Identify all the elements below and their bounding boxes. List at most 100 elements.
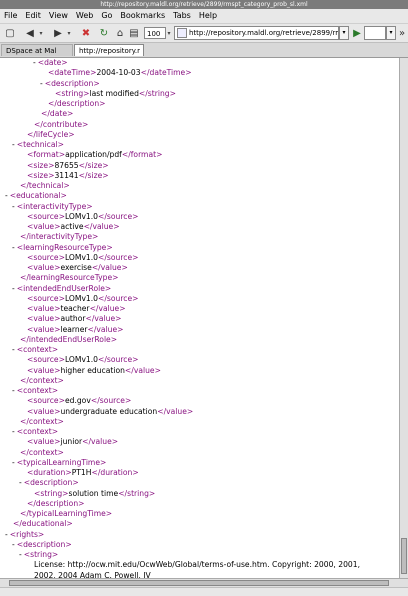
xml-document-view[interactable]: - <date> <dateTime>2004-10-03</dateTime> - <…	[0, 58, 399, 578]
xml-tag: </source>	[90, 396, 132, 406]
search-field[interactable]	[364, 26, 386, 40]
xml-line: - <date>	[33, 58, 68, 68]
collapse-toggle-icon[interactable]: -	[12, 345, 15, 354]
menu-web[interactable]: Web	[72, 9, 97, 23]
xml-tag: </value>	[124, 365, 161, 375]
collapse-toggle-icon[interactable]: -	[12, 202, 15, 211]
menu-bar: File Edit View Web Go Bookmarks Tabs Hel…	[0, 9, 408, 24]
xml-tag: <source>	[27, 293, 65, 303]
menu-view[interactable]: View	[45, 9, 72, 23]
xml-text: higher education	[60, 365, 125, 375]
collapse-toggle-icon[interactable]: -	[5, 530, 8, 539]
xml-tag: <string>	[23, 550, 59, 559]
back-history-chevron-icon[interactable]: ▾	[38, 26, 44, 40]
xml-text: learner	[60, 324, 88, 334]
xml-text: 31141	[54, 170, 79, 180]
xml-line: <source>ed.gov</source>	[27, 396, 131, 406]
xml-line: <source>LOMv1.0</source>	[27, 212, 139, 222]
page-favicon-icon	[177, 28, 187, 38]
menu-help[interactable]: Help	[195, 9, 221, 23]
xml-line: </context>	[20, 417, 64, 427]
xml-text: LOMv1.0	[64, 355, 99, 365]
xml-tag: </typicalLearningTime>	[20, 509, 113, 518]
print-icon[interactable]: ▤	[128, 26, 140, 40]
search-engine-chevron-icon[interactable]: ▾	[386, 26, 396, 40]
xml-line: </educational>	[13, 519, 73, 529]
collapse-toggle-icon[interactable]: -	[19, 550, 22, 559]
tab-dspace[interactable]: DSpace at Mal	[1, 44, 73, 56]
xml-line: </technical>	[20, 181, 70, 191]
xml-tag: </value>	[89, 304, 126, 313]
go-icon[interactable]: ▶	[352, 26, 362, 40]
collapse-toggle-icon[interactable]: -	[33, 58, 36, 67]
collapse-toggle-icon[interactable]: -	[19, 478, 22, 487]
menu-bookmarks[interactable]: Bookmarks	[116, 9, 169, 23]
tab-repository[interactable]: http://repository.r ✕	[74, 44, 144, 56]
collapse-toggle-icon[interactable]: -	[12, 386, 15, 395]
xml-tag: </duration>	[91, 468, 139, 477]
xml-tag: <source>	[27, 355, 65, 365]
xml-text: LOMv1.0	[64, 211, 99, 221]
collapse-toggle-icon[interactable]: -	[12, 540, 15, 549]
xml-line: <size>31141</size>	[27, 171, 109, 181]
xml-line: </contribute>	[34, 120, 88, 130]
horizontal-scrollbar[interactable]	[0, 578, 408, 587]
xml-text: LOMv1.0	[64, 293, 99, 303]
menu-go[interactable]: Go	[97, 9, 116, 23]
xml-line: </description>	[48, 99, 106, 109]
xml-tag: <string>	[34, 488, 69, 498]
back-icon[interactable]: ◀	[24, 26, 36, 40]
xml-line: - <technical>	[12, 140, 64, 150]
xml-text: 87655	[54, 160, 79, 170]
xml-line: <duration>PT1H</duration>	[27, 468, 139, 478]
vertical-scroll-thumb[interactable]	[401, 538, 407, 574]
tab-dspace-label: DSpace at Mal	[6, 47, 57, 55]
xml-tag: </description>	[48, 99, 106, 108]
xml-line: </interactivityType>	[20, 232, 98, 242]
reload-icon[interactable]: ↻	[98, 26, 110, 40]
collapse-toggle-icon[interactable]: -	[12, 243, 15, 252]
home-icon[interactable]: ⌂	[114, 26, 126, 40]
xml-tag: </technical>	[20, 181, 70, 190]
xml-tag: <date>	[37, 58, 68, 67]
xml-tag: <format>	[27, 150, 66, 160]
xml-line: </context>	[20, 376, 64, 386]
xml-line: - <description>	[19, 478, 79, 488]
xml-tag: <duration>	[27, 468, 72, 477]
collapse-toggle-icon[interactable]: -	[40, 79, 43, 88]
collapse-toggle-icon[interactable]: -	[12, 140, 15, 149]
xml-text: License: http://ocw.mit.edu/OcwWeb/Globa…	[34, 560, 360, 570]
xml-line: - <typicalLearningTime>	[12, 458, 106, 468]
xml-tag: </format>	[121, 150, 163, 160]
menu-edit[interactable]: Edit	[21, 9, 45, 23]
menu-file[interactable]: File	[0, 9, 21, 23]
forward-icon[interactable]: ▶	[52, 26, 64, 40]
vertical-scrollbar[interactable]	[399, 58, 408, 578]
collapse-toggle-icon[interactable]: -	[12, 427, 15, 436]
overflow-chevron-icon[interactable]: »	[398, 26, 406, 40]
horizontal-scroll-thumb[interactable]	[9, 580, 389, 586]
xml-tag: <size>	[27, 170, 55, 180]
window-title-bar: http://repository.maldl.org/retrieve/289…	[0, 0, 408, 9]
url-dropdown-chevron-icon[interactable]: ▾	[339, 26, 349, 40]
zoom-field[interactable]: 100	[144, 27, 166, 39]
menu-tabs[interactable]: Tabs	[169, 9, 195, 23]
xml-tag: <value>	[27, 406, 61, 416]
xml-line: <value>exercise</value>	[27, 263, 128, 273]
xml-line: - <context>	[12, 345, 58, 355]
forward-history-chevron-icon[interactable]: ▾	[66, 26, 72, 40]
xml-tag: </value>	[91, 263, 128, 272]
xml-tag: </value>	[82, 437, 119, 447]
collapse-toggle-icon[interactable]: -	[5, 191, 8, 200]
xml-text: active	[60, 222, 84, 231]
zoom-dropdown-chevron-icon[interactable]: ▾	[166, 26, 172, 40]
collapse-toggle-icon[interactable]: -	[12, 458, 15, 467]
xml-tag: </source>	[98, 355, 139, 365]
xml-tag: <value>	[27, 437, 61, 447]
new-tab-icon[interactable]: ▢	[4, 26, 16, 40]
collapse-toggle-icon[interactable]: -	[12, 284, 15, 293]
stop-icon[interactable]: ✖	[80, 26, 92, 40]
xml-line: <value>junior</value>	[27, 437, 118, 447]
xml-line: </lifeCycle>	[27, 130, 75, 140]
url-bar[interactable]: http://repository.maldl.org/retrieve/289…	[174, 26, 339, 40]
